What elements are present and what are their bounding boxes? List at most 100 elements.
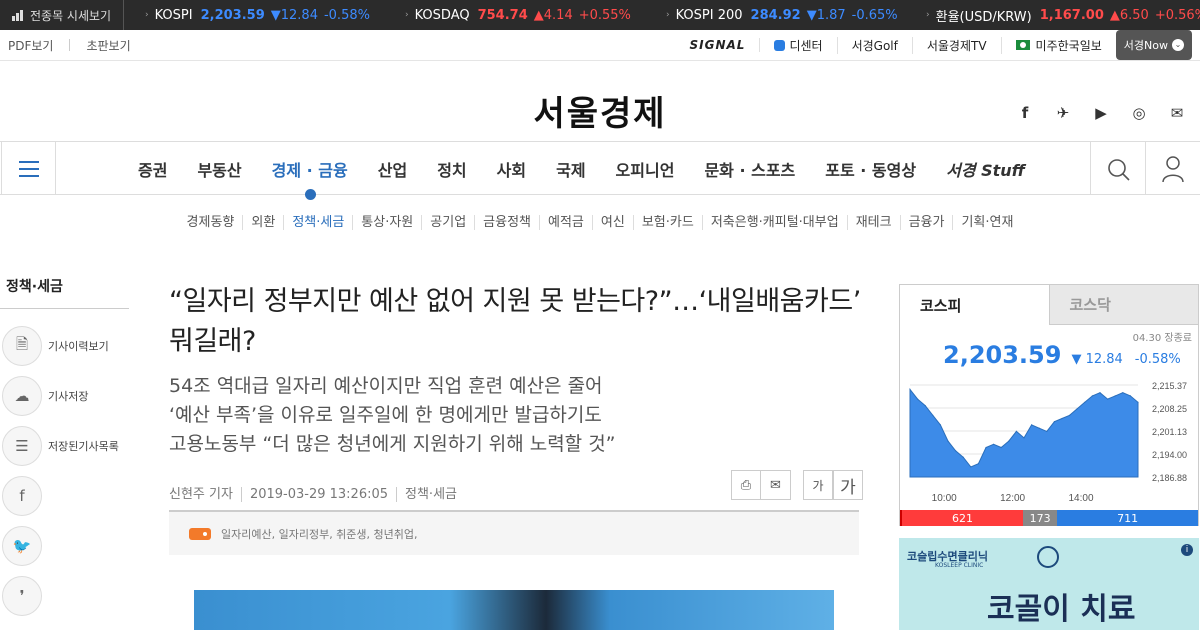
y-tick-label: 2,194.00 (1152, 450, 1187, 460)
saved-list-button[interactable]: ☰ 저장된기사목록 (0, 421, 130, 471)
data-point (1015, 430, 1017, 432)
subnav-item[interactable]: 경제동향 (178, 215, 244, 230)
article-category[interactable]: 정책·세금 (405, 487, 465, 502)
facebook-icon: f (2, 476, 42, 516)
info-icon[interactable]: i (1181, 544, 1193, 556)
facebook-icon[interactable]: f (1014, 104, 1036, 122)
data-point (1008, 440, 1010, 442)
list-icon: ☰ (2, 426, 42, 466)
tab-kosdaq[interactable]: 코스닥 (1048, 285, 1198, 325)
data-point (1069, 414, 1071, 416)
user-icon[interactable] (1145, 142, 1200, 195)
subnav-item-active[interactable]: 정책·세금 (284, 215, 354, 230)
nav-item-culture-sports[interactable]: 문화 · 스포츠 (694, 157, 805, 181)
korea-times-us-label: 미주한국일보 (1035, 38, 1102, 53)
data-point (993, 443, 995, 445)
telegram-icon[interactable]: ✈ (1052, 104, 1074, 122)
article-tags[interactable]: 일자리예산, 일자리정부, 취준생, 청년취업, (221, 526, 418, 542)
instagram-icon[interactable]: ◎ (1128, 104, 1150, 122)
search-icon[interactable] (1090, 142, 1145, 195)
social-links: f ✈ ▶ ◎ ✉ (1014, 104, 1188, 122)
nav-item-photo-video[interactable]: 포토 · 동영상 (815, 157, 926, 181)
subnav-item[interactable]: 금융정책 (475, 215, 541, 230)
font-larger-button[interactable]: 가 (833, 470, 863, 500)
divider (69, 39, 71, 51)
font-smaller-button[interactable]: 가 (803, 470, 833, 500)
nav-item-sk-stuff[interactable]: 서경 Stuff (936, 157, 1035, 181)
email-icon[interactable]: ✉ (761, 470, 791, 500)
ticker-pct: -0.65% (851, 7, 898, 23)
reporter[interactable]: 신현주 기자 (169, 487, 242, 502)
ticker-name: KOSDAQ (414, 7, 470, 23)
youtube-icon[interactable]: ▶ (1090, 104, 1112, 122)
ticker-value: 1,167.00 (1039, 7, 1104, 23)
data-point (1031, 424, 1033, 426)
ticker-kospi[interactable]: › KOSPI 2,203.59 ▼12.84 -0.58% (145, 0, 370, 30)
nav-item-international[interactable]: 국제 (546, 157, 595, 181)
nav-item-stock[interactable]: 증권 (128, 157, 177, 181)
data-point (924, 405, 926, 407)
all-stocks-button[interactable]: 전종목 시세보기 (0, 0, 124, 30)
ad-copy: 코골이 치료 (987, 592, 1136, 627)
subnav-item[interactable]: 공기업 (422, 215, 476, 230)
subnav-item[interactable]: 기획·연재 (953, 215, 1021, 230)
first-edition-link[interactable]: 초판보기 (86, 37, 146, 54)
print-icon[interactable]: ⎙ (731, 470, 761, 500)
subnav-item[interactable]: 재테크 (847, 215, 901, 230)
subnav-item[interactable]: 금융가 (900, 215, 954, 230)
data-point (1038, 427, 1040, 429)
article-title: “일자리 정부지만 예산 없어 지원 못 받는다?”…‘내일배움카드’ 뭐길래? (169, 286, 861, 357)
subnav-item[interactable]: 저축은행·캐피털·대부업 (702, 215, 848, 230)
subnav-item[interactable]: 통상·자원 (353, 215, 423, 230)
hamburger-menu-icon[interactable] (1, 142, 56, 195)
ticker-change: ▼12.84 (270, 7, 318, 23)
decenter-link[interactable]: 디센터 (760, 36, 838, 54)
subnav-item[interactable]: 외환 (243, 215, 285, 230)
index-value: 2,203.59 (943, 341, 1062, 369)
article-history-button[interactable]: 🗎 기사이력보기 (0, 321, 130, 371)
nav-item-politics[interactable]: 정치 (427, 157, 476, 181)
ticker-exchange[interactable]: › 환율(USD/KRW) 1,167.00 ▲6.50 +0.56% (926, 0, 1200, 30)
saved-list-label: 저장된기사목록 (48, 440, 119, 453)
index-change: ▼ 12.84 (1071, 352, 1123, 367)
ticker-kosdaq[interactable]: › KOSDAQ 754.74 ▲4.14 +0.55% (405, 0, 631, 30)
nav-item-economy-finance[interactable]: 경제 · 금융 (262, 157, 358, 181)
pdf-view-link[interactable]: PDF보기 (8, 37, 69, 54)
subnav-item[interactable]: 여신 (592, 215, 634, 230)
article-meta: 신현주 기자 2019-03-29 13:26:05 정책·세금 (169, 483, 473, 502)
active-nav-indicator (305, 189, 316, 200)
advertisement-banner[interactable]: 코슬립수면클리닉 KOSLEEP CLINIC 코골이 치료 i (899, 538, 1199, 630)
subnav-item[interactable]: 예적금 (540, 215, 593, 230)
data-point (970, 466, 972, 468)
data-point (1084, 401, 1086, 403)
x-tick-label: 12:00 (1000, 493, 1025, 504)
save-article-button[interactable]: ☁ 기사저장 (0, 371, 130, 421)
twitter-share-button[interactable]: 🐦 (0, 521, 130, 571)
tv-link[interactable]: 서울경제TV (913, 36, 1002, 54)
comment-button[interactable]: ❜ (0, 571, 130, 621)
nav-item-industry[interactable]: 산업 (368, 157, 417, 181)
subnav-item[interactable]: 보험·카드 (633, 215, 703, 230)
nav-item-opinion[interactable]: 오피니언 (606, 157, 685, 181)
document-plus-icon: 🗎 (2, 326, 42, 366)
y-tick-label: 2,186.88 (1152, 473, 1187, 483)
tab-kospi[interactable]: 코스피 (900, 285, 1049, 325)
declining-count: 711 (1057, 510, 1198, 526)
nav-item-realestate[interactable]: 부동산 (187, 157, 251, 181)
nav-item-society[interactable]: 사회 (487, 157, 536, 181)
index-summary: 2,203.59 ▼ 12.84 -0.58% (943, 341, 1193, 369)
unchanged-count: 173 (1022, 510, 1058, 526)
ticker-change: ▲6.50 (1109, 7, 1149, 23)
korea-times-us-link[interactable]: 미주한국일보 (1002, 37, 1116, 54)
data-point (1099, 392, 1101, 394)
mail-icon[interactable]: ✉ (1166, 104, 1188, 122)
section-title: 정책·세금 (0, 270, 129, 309)
ticker-kospi200[interactable]: › KOSPI 200 284.92 ▼1.87 -0.65% (666, 0, 898, 30)
sk-now-button[interactable]: 서경Now ⌄ (1115, 30, 1192, 60)
golf-link[interactable]: 서경Golf (838, 36, 913, 54)
signal-link[interactable]: SIGNAL (676, 38, 761, 52)
all-stocks-label: 전종목 시세보기 (30, 8, 112, 23)
facebook-share-button[interactable]: f (0, 471, 130, 521)
tag-icon (189, 527, 211, 540)
data-point (1076, 408, 1078, 410)
